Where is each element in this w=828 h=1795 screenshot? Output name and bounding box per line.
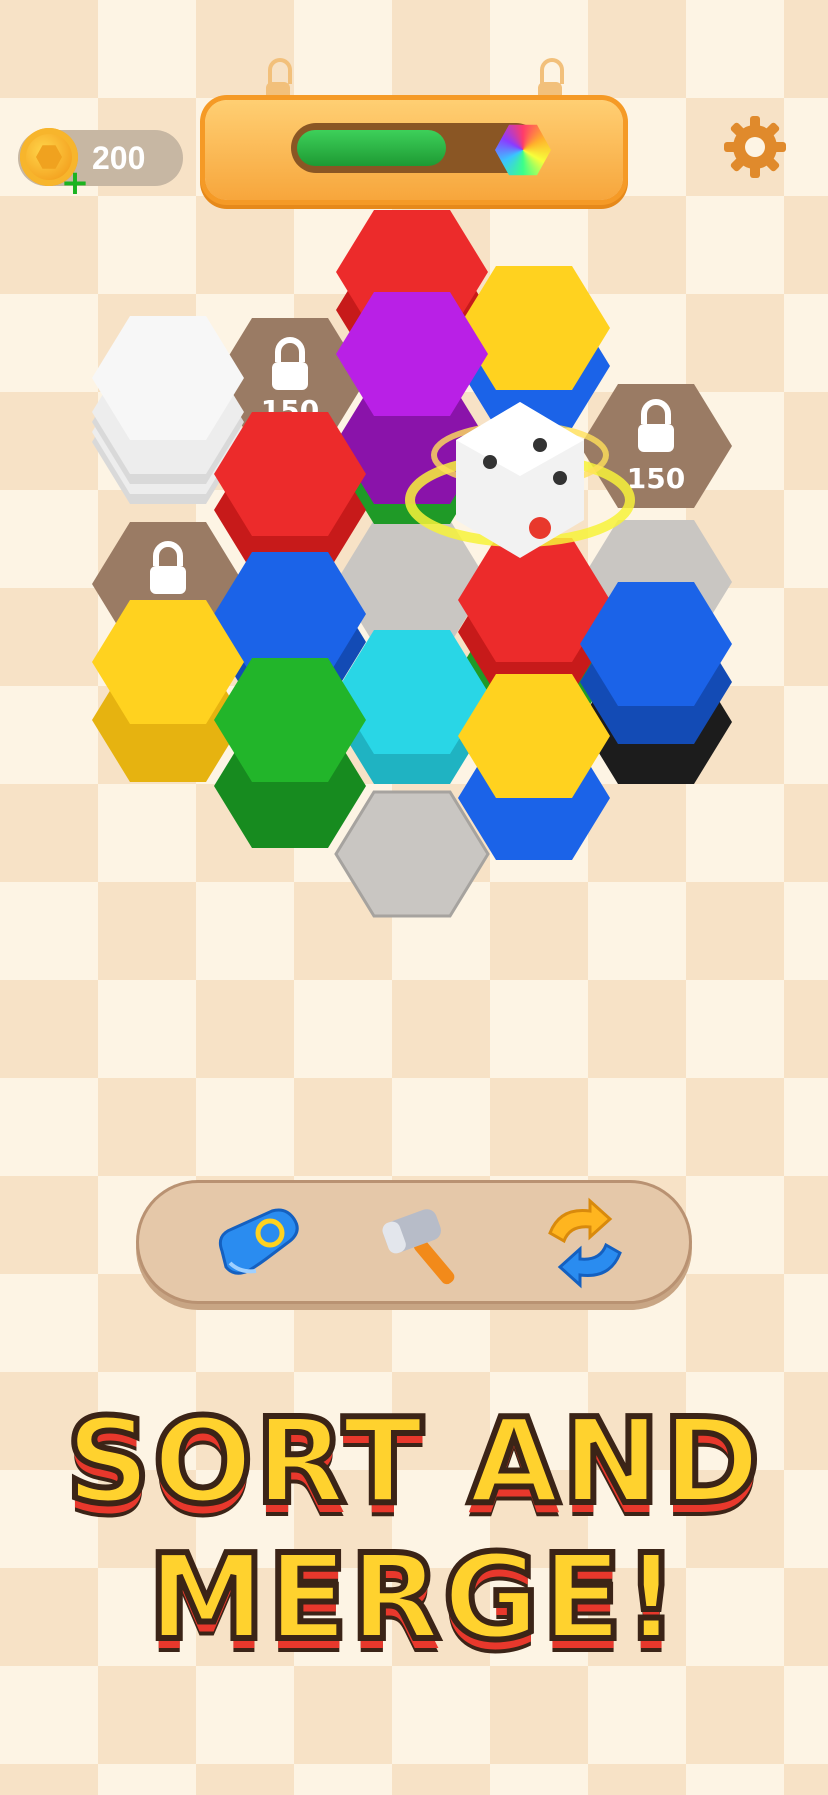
hex-stack[interactable] bbox=[92, 600, 244, 782]
hex-stack[interactable] bbox=[458, 674, 610, 860]
hex-board[interactable]: 150 150 bbox=[0, 0, 828, 960]
hex-stack[interactable] bbox=[214, 658, 366, 848]
shuffle-arrows-icon[interactable] bbox=[530, 1193, 640, 1293]
hex-stack[interactable] bbox=[580, 582, 732, 784]
headline-line-1: SORT AND bbox=[63, 1389, 763, 1533]
hammer-icon[interactable] bbox=[372, 1193, 482, 1293]
glove-swap-icon[interactable] bbox=[208, 1193, 318, 1293]
headline-line-2: MERGE! bbox=[145, 1525, 681, 1669]
lock-cost: 150 bbox=[627, 462, 685, 495]
empty-slot[interactable] bbox=[334, 790, 490, 918]
